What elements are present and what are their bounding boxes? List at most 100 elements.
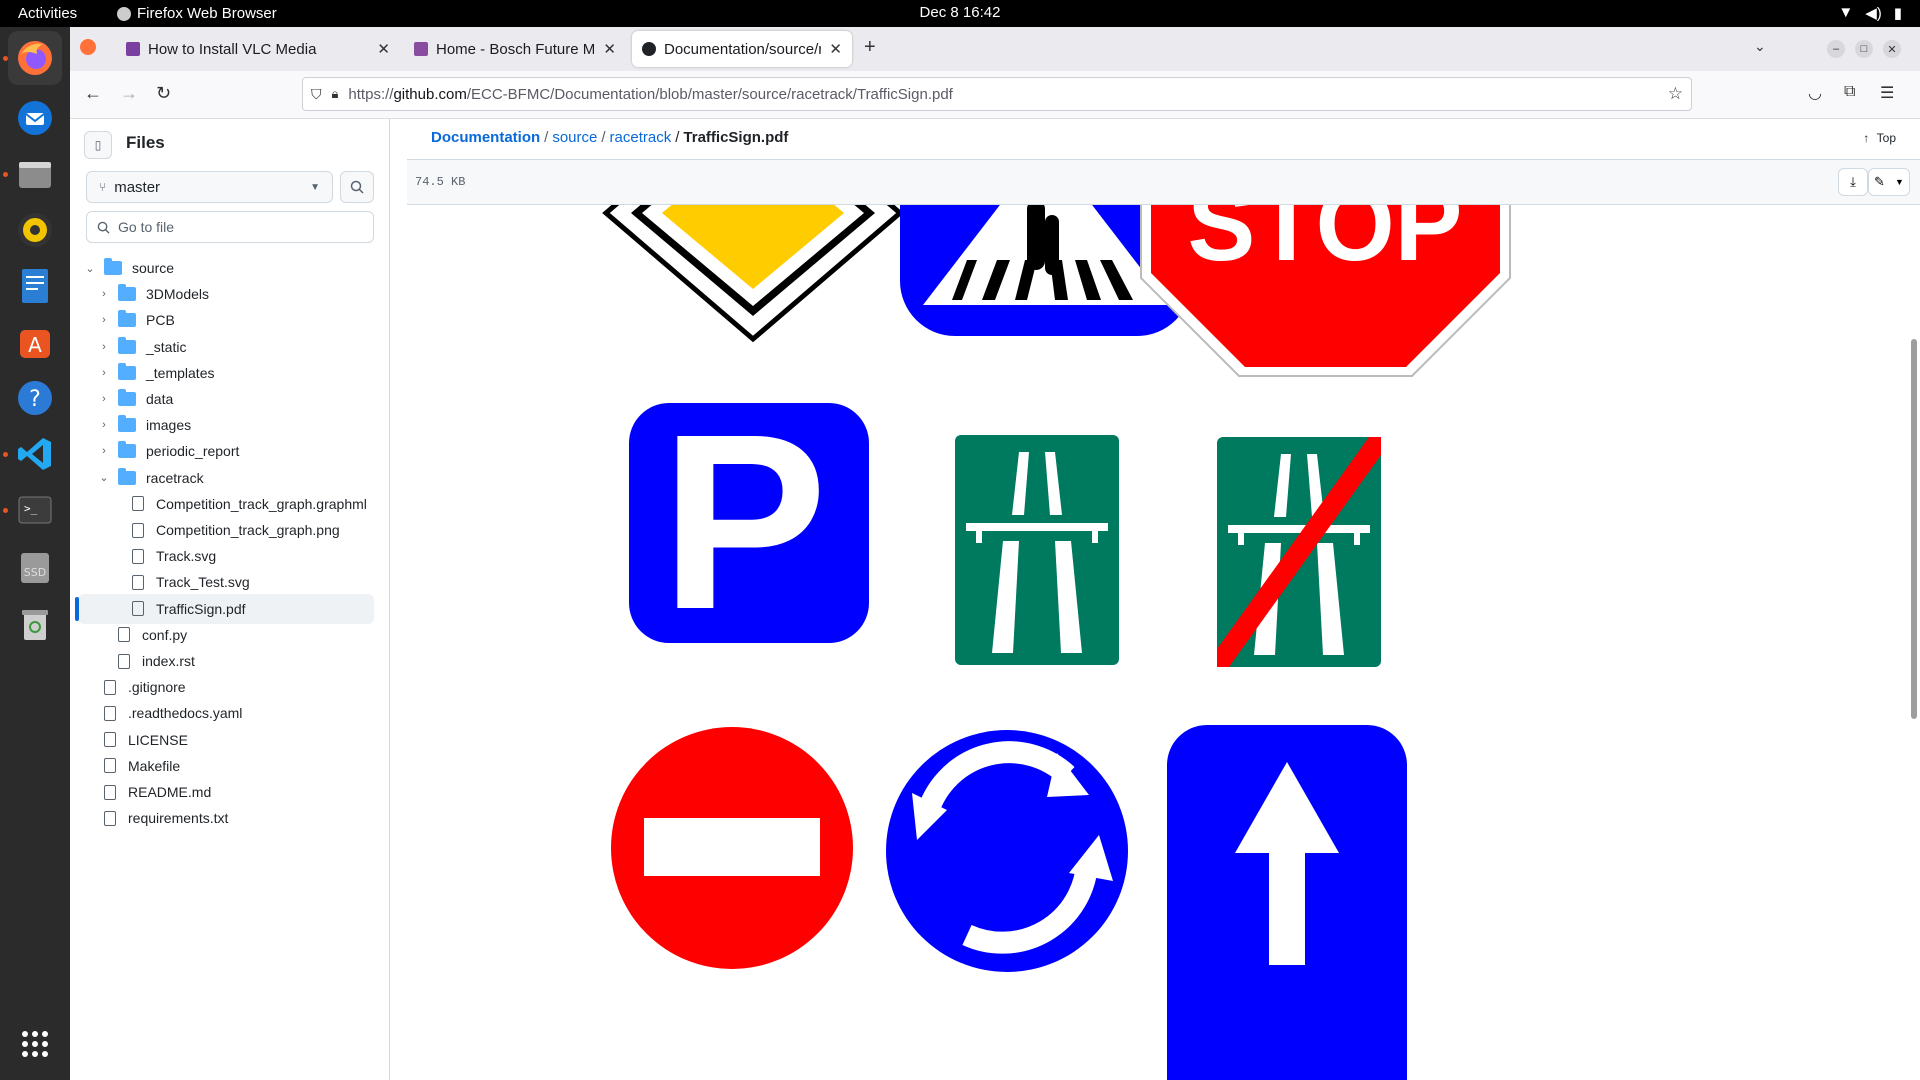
download-icon: ⤓ [1850,174,1856,189]
shield-icon[interactable]: ⛉ [311,86,322,103]
folder-icon [118,362,136,380]
pocket-icon[interactable]: ◡ [1808,83,1822,103]
rhythmbox-dock-icon[interactable] [8,203,62,257]
bookmark-star-icon[interactable]: ☆ [1668,84,1683,104]
scrollbar[interactable] [1911,339,1917,719]
tree-file-item[interactable]: requirements.txt [78,803,374,833]
file-icon [118,627,130,643]
tab-title: Documentation/source/r [664,40,822,58]
download-button[interactable]: ⤓ [1838,168,1868,196]
tree-item-label: requirements.txt [128,810,229,827]
url-prefix: https:// [348,85,394,103]
extensions-icon[interactable]: ⧉ [1844,83,1855,101]
chevron-right-icon[interactable]: › [98,288,110,300]
new-tab-icon[interactable]: + [864,36,876,59]
thunderbird-dock-icon[interactable] [8,91,62,145]
tab-bosch[interactable]: Home - Bosch Future Mo ✕ [404,31,626,67]
search-button[interactable] [340,171,374,203]
tree-item-label: data [146,391,174,407]
close-window-icon[interactable]: ✕ [1883,40,1901,58]
chevron-right-icon[interactable]: › [98,314,110,326]
lock-icon[interactable]: 🔒︎ [332,86,339,102]
branch-name: master [114,178,161,196]
app-name: Firefox Web Browser [137,5,277,22]
terminal-dock-icon[interactable]: >_ [8,483,62,537]
tab-vlc[interactable]: How to Install VLC Media ✕ [116,31,400,67]
trash-dock-icon[interactable] [8,597,62,651]
maximize-icon[interactable]: □ [1855,40,1873,58]
chevron-right-icon[interactable]: › [98,393,110,405]
vscode-dock-icon[interactable] [8,427,62,481]
chevron-right-icon[interactable]: › [98,367,110,379]
top-button[interactable]: ↑ Top [1863,131,1896,145]
breadcrumb-repo-link[interactable]: Documentation [431,129,540,146]
app-center-dock-icon[interactable]: A [8,315,62,369]
browser-window: How to Install VLC Media ✕ Home - Bosch … [70,27,1920,1080]
search-icon [350,180,364,194]
breadcrumb-racetrack-link[interactable]: racetrack [610,129,672,146]
clock[interactable]: Dec 8 16:42 [920,4,1001,21]
files-dock-icon[interactable] [8,147,62,201]
tab-title: How to Install VLC Media [148,40,317,58]
roundabout-sign [886,730,1128,972]
go-to-file-input[interactable]: Go to file [86,211,374,243]
folder-icon [118,441,136,459]
app-menu[interactable]: Firefox Web Browser [117,5,277,22]
tree-item-label: .gitignore [128,679,186,696]
caret-down-icon[interactable]: ▼ [1895,177,1904,187]
chevron-right-icon[interactable]: › [98,445,110,457]
tab-strip: How to Install VLC Media ✕ Home - Bosch … [70,27,1920,71]
tree-folder-item[interactable]: › PCB [78,305,374,335]
tree-item-label: periodic_report [146,443,240,460]
tree-file-item[interactable]: .readthedocs.yaml [78,698,374,728]
tree-item-label: Competition_track_graph.graphml [156,495,367,512]
chevron-right-icon[interactable]: › [98,341,110,353]
forward-icon[interactable]: → [120,83,138,104]
svg-text:A: A [28,333,42,357]
list-tabs-icon[interactable]: ⌄ [1754,38,1766,55]
chevron-down-icon[interactable]: ⌄ [98,471,110,484]
bosch-favicon-icon [414,42,428,56]
tab-documentation[interactable]: Documentation/source/r ✕ [632,31,852,67]
back-icon[interactable]: ← [84,83,102,104]
url-bar[interactable]: ⛉ 🔒︎ https://github.com/ECC-BFMC/Documen… [302,77,1692,111]
pdf-viewer[interactable]: STOP P [407,205,1920,1080]
close-tab-icon[interactable]: ✕ [829,40,842,58]
close-tab-icon[interactable]: ✕ [377,40,390,58]
tree-folder-item[interactable]: › periodic_report [78,436,374,466]
close-tab-icon[interactable]: ✕ [603,40,616,58]
chevron-right-icon[interactable]: › [98,419,110,431]
minimize-icon[interactable]: – [1827,40,1845,58]
parking-sign: P [629,382,869,661]
motorway-sign [955,435,1119,665]
nav-bar: ← → ↻ ⛉ 🔒︎ https://github.com/ECC-BFMC/D… [70,71,1920,119]
dock: A ? >_ SSD [0,27,70,1080]
svg-text:?: ? [29,387,41,412]
writer-dock-icon[interactable] [8,259,62,313]
firefox-dock-icon[interactable] [8,31,62,85]
wifi-icon: ▼ [1838,4,1854,21]
help-dock-icon[interactable]: ? [8,371,62,425]
edit-button[interactable]: ✎ ▼ [1868,168,1910,196]
menu-icon[interactable]: ☰ [1880,83,1894,103]
file-icon [104,784,116,800]
tree-file-item[interactable]: Track_Test.svg [78,567,374,597]
chevron-down-icon[interactable]: ⌄ [84,262,96,275]
tree-item-label: index.rst [142,653,195,669]
activities-button[interactable]: Activities [18,5,77,22]
ssd-drive-dock-icon[interactable]: SSD [8,541,62,595]
show-apps-dock-icon[interactable] [8,1017,62,1071]
system-tray[interactable]: ▼ ◀) ▮ [1838,4,1902,22]
file-icon [118,653,130,669]
firefox-icon [117,6,131,21]
reload-icon[interactable]: ↻ [156,83,171,104]
file-icon [132,601,144,617]
breadcrumb: Documentation / source / racetrack / TrafficSi… [431,129,789,146]
tree-item-label: Track_Test.svg [156,574,250,591]
collapse-panel-icon[interactable]: ▯ [84,131,112,159]
breadcrumb-source-link[interactable]: source [552,129,597,146]
branch-selector[interactable]: ⑂ master ▼ [86,171,333,203]
folder-icon [118,415,136,433]
firefox-view-icon[interactable] [80,39,96,55]
arrow-up-icon: ↑ [1863,131,1870,145]
